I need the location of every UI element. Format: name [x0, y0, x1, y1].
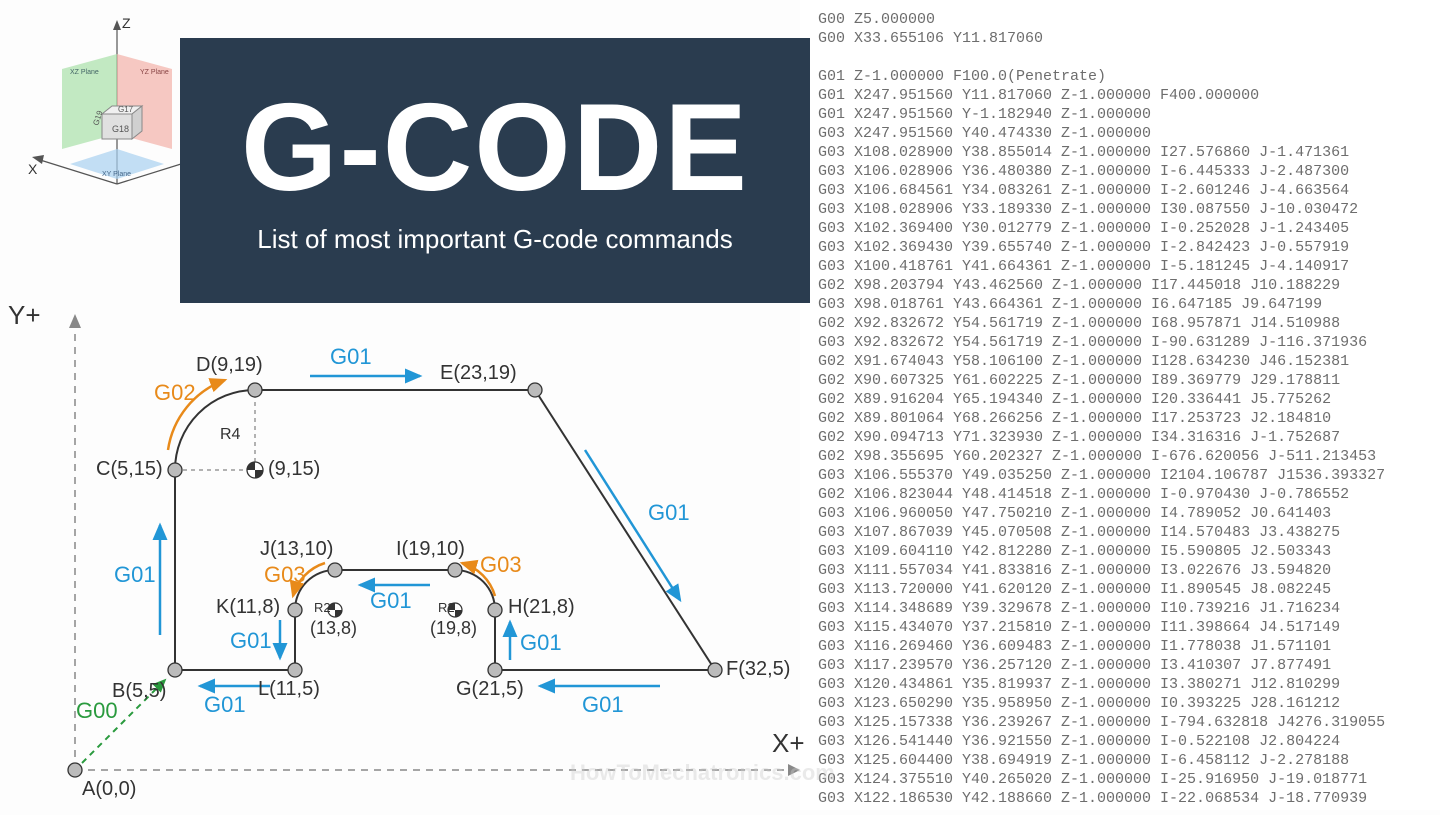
- banner-subtitle: List of most important G-code commands: [257, 224, 732, 255]
- point-f: F(32,5): [726, 658, 790, 681]
- point-l: L(11,5): [258, 678, 320, 701]
- point-d: D(9,19): [196, 354, 263, 377]
- radius-r4: R4: [220, 426, 240, 444]
- y-axis-plus: Y+: [8, 300, 41, 331]
- point-c: C(5,15): [96, 458, 163, 481]
- watermark: HowToMechatronics.com: [570, 760, 835, 786]
- cmd-g01-ef: G01: [648, 500, 690, 526]
- cmd-g00: G00: [76, 698, 118, 724]
- arc-center-dc: (9,15): [268, 458, 320, 481]
- x-axis-label: X: [28, 161, 38, 177]
- cmd-g01-kl: G01: [230, 628, 272, 654]
- point-i: I(19,10): [396, 538, 465, 561]
- radius-r2b: R2: [438, 600, 455, 615]
- banner-title: G-CODE: [241, 86, 749, 210]
- cmd-g02-cd: G02: [154, 380, 196, 406]
- point-g: G(21,5): [456, 678, 524, 701]
- cmd-g01-bc: G01: [114, 562, 156, 588]
- cmd-g01-ij: G01: [370, 588, 412, 614]
- cube-g17: G17: [118, 105, 134, 114]
- point-e: E(23,19): [440, 362, 517, 385]
- point-h: H(21,8): [508, 596, 575, 619]
- point-b: B(5,5): [112, 680, 166, 703]
- xy-plane-label: XY Plane: [102, 171, 131, 178]
- x-axis-plus: X+: [772, 728, 805, 759]
- point-k: K(11,8): [216, 596, 280, 619]
- xz-plane-label: XZ Plane: [70, 69, 99, 76]
- radius-r2a: R2: [314, 600, 331, 615]
- cmd-g01-lb: G01: [204, 692, 246, 718]
- arc-center-hi: (19,8): [430, 618, 477, 639]
- gcode-listing: G00 Z5.000000 G00 X33.655106 Y11.817060 …: [800, 0, 1440, 810]
- cmd-g01-de: G01: [330, 344, 372, 370]
- point-j: J(13,10): [260, 538, 333, 561]
- arc-center-ji: (13,8): [310, 618, 357, 639]
- toolpath-diagram: Y+ X+: [0, 300, 810, 810]
- z-axis-label: Z: [122, 15, 131, 31]
- cmd-g01-fg: G01: [582, 692, 624, 718]
- title-banner: G-CODE List of most important G-code com…: [180, 38, 810, 303]
- cmd-g01-gh: G01: [520, 630, 562, 656]
- cmd-g03-jk: G03: [264, 562, 306, 588]
- cube-g18: G18: [112, 124, 129, 134]
- point-a: A(0,0): [82, 778, 136, 801]
- yz-plane-label: YZ Plane: [140, 69, 169, 76]
- cmd-g03-hi: G03: [480, 552, 522, 578]
